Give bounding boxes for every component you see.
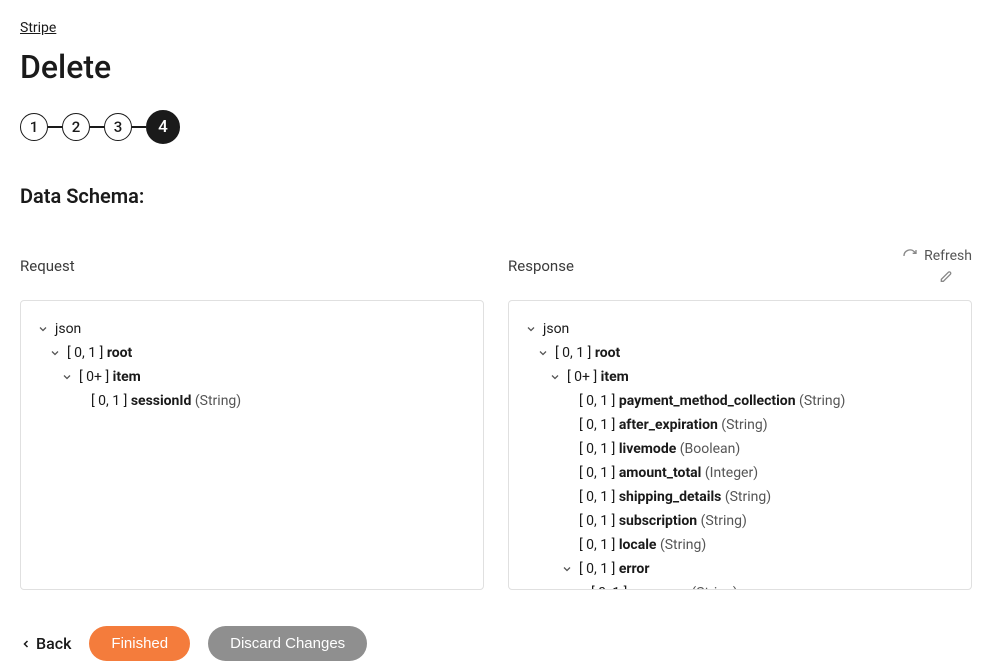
tree-node-label: [ 0, 1 ] root — [67, 345, 132, 361]
page-title: Delete — [20, 48, 972, 86]
chevron-down-icon[interactable] — [525, 323, 537, 335]
step-4[interactable]: 4 — [146, 110, 180, 144]
footer-actions: Back Finished Discard Changes — [20, 626, 972, 661]
tree-children: [ 0, 1 ] root [ 0+ ] item [ 0, 1 ] payment… — [537, 341, 955, 590]
tree-node[interactable]: [ 0, 1 ] shipping_details (String) — [561, 485, 955, 509]
response-actions: Refresh — [902, 248, 972, 284]
refresh-label: Refresh — [924, 248, 972, 264]
request-tree: json [ 0, 1 ] root [ 0+ ] item [ 0, 1 ] ses… — [20, 300, 484, 590]
tree-node[interactable]: [ 0, 1 ] root — [537, 341, 955, 365]
tree-node[interactable]: [ 0, 1 ] subscription (String) — [561, 509, 955, 533]
step-connector — [132, 126, 146, 128]
tree-node[interactable]: [ 0, 1 ] amount_total (Integer) — [561, 461, 955, 485]
tree-node-label: [ 0, 1 ] root — [555, 345, 620, 361]
tree-node-label: [ 0+ ] item — [567, 369, 629, 385]
step-connector — [90, 126, 104, 128]
tree-children: [ 0+ ] item [ 0, 1 ] sessionId (String) — [61, 365, 467, 413]
tree-node-label: [ 0, 1 ] livemode (Boolean) — [579, 441, 740, 457]
response-label: Response — [508, 257, 574, 275]
response-tree: json [ 0, 1 ] root [ 0+ ] item [ 0, 1 ] pay… — [508, 300, 972, 590]
chevron-down-icon[interactable] — [549, 371, 561, 383]
back-label: Back — [36, 634, 71, 653]
tree-children: [ 0, 1 ] sessionId (String) — [73, 389, 467, 413]
tree-children: [ 0, 1 ] message (String) — [573, 581, 955, 590]
chevron-down-icon[interactable] — [49, 347, 61, 359]
discard-button[interactable]: Discard Changes — [208, 626, 367, 661]
finished-button[interactable]: Finished — [89, 626, 190, 661]
tree-node-label: [ 0, 1 ] locale (String) — [579, 537, 706, 553]
chevron-down-icon[interactable] — [37, 323, 49, 335]
chevron-left-icon — [20, 638, 32, 650]
tree-children: [ 0+ ] item [ 0, 1 ] payment_method_colle… — [549, 365, 955, 590]
refresh-icon — [902, 248, 918, 264]
tree-node-label: [ 0, 1 ] after_expiration (String) — [579, 417, 768, 433]
chevron-down-icon[interactable] — [537, 347, 549, 359]
tree-node-label: [ 0, 1 ] amount_total (Integer) — [579, 465, 758, 481]
back-button[interactable]: Back — [20, 634, 71, 653]
step-3[interactable]: 3 — [104, 113, 132, 141]
tree-node[interactable]: [ 0, 1 ] message (String) — [573, 581, 955, 590]
chevron-down-icon[interactable] — [61, 371, 73, 383]
step-connector — [48, 126, 62, 128]
stepper: 1234 — [20, 110, 972, 144]
refresh-button[interactable]: Refresh — [902, 248, 972, 264]
response-panel: Response Refresh j — [508, 244, 972, 590]
tree-node-label: [ 0, 1 ] error — [579, 561, 649, 577]
chevron-down-icon[interactable] — [561, 563, 573, 575]
tree-node[interactable]: [ 0, 1 ] livemode (Boolean) — [561, 437, 955, 461]
tree-children: [ 0, 1 ] payment_method_collection (Stri… — [561, 389, 955, 590]
tree-node-label: [ 0, 1 ] shipping_details (String) — [579, 489, 771, 505]
breadcrumb-link[interactable]: Stripe — [20, 20, 56, 36]
schema-heading: Data Schema: — [20, 184, 972, 208]
step-2[interactable]: 2 — [62, 113, 90, 141]
request-panel: Request json[ 0, 1 ] root[ 0+ ] item[ 0,… — [20, 244, 484, 590]
tree-node-label: [ 0, 1 ] sessionId (String) — [91, 393, 241, 409]
breadcrumb: Stripe — [20, 20, 972, 36]
tree-node-label: [ 0, 1 ] subscription (String) — [579, 513, 747, 529]
tree-node-label: [ 0, 1 ] message (String) — [591, 585, 738, 590]
tree-node[interactable]: [ 0, 1 ] error — [561, 557, 955, 581]
tree-node[interactable]: [ 0+ ] item — [61, 365, 467, 389]
tree-root[interactable]: json — [525, 317, 955, 341]
tree-node[interactable]: [ 0, 1 ] sessionId (String) — [73, 389, 467, 413]
edit-icon[interactable] — [938, 268, 954, 284]
tree-node[interactable]: [ 0, 1 ] payment_method_collection (Stri… — [561, 389, 955, 413]
tree-node-label: [ 0, 1 ] payment_method_collection (Stri… — [579, 393, 845, 409]
request-label: Request — [20, 257, 75, 275]
tree-root[interactable]: json — [37, 317, 467, 341]
tree-node[interactable]: [ 0, 1 ] after_expiration (String) — [561, 413, 955, 437]
tree-root-label: json — [55, 321, 81, 337]
tree-root-label: json — [543, 321, 569, 337]
tree-children: [ 0, 1 ] root [ 0+ ] item [ 0, 1 ] session… — [49, 341, 467, 413]
tree-node[interactable]: [ 0, 1 ] root — [49, 341, 467, 365]
tree-node[interactable]: [ 0+ ] item — [549, 365, 955, 389]
step-1[interactable]: 1 — [20, 113, 48, 141]
tree-node[interactable]: [ 0, 1 ] locale (String) — [561, 533, 955, 557]
tree-node-label: [ 0+ ] item — [79, 369, 141, 385]
